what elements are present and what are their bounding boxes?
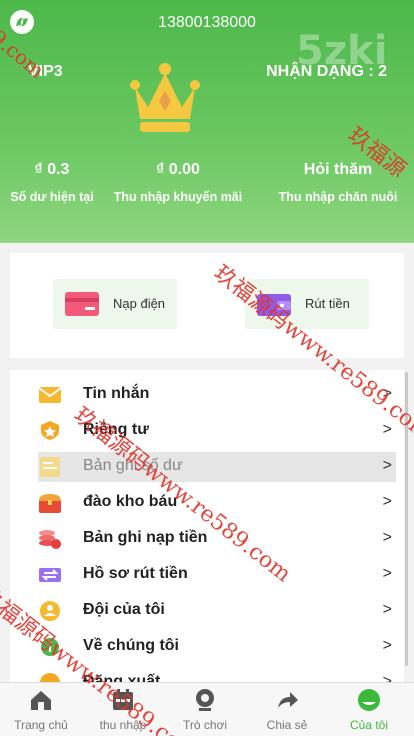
menu-item-label: Hồ sơ rút tiền — [83, 565, 188, 582]
current-balance-label: Số dư hiện tại — [10, 190, 94, 204]
menu-item-withdraw-records[interactable]: Hồ sơ rút tiền > — [38, 560, 396, 590]
menu-item-label: Về chúng tôi — [83, 637, 179, 654]
menu-item-label: Bản ghi số dư — [83, 457, 183, 474]
menu-scrollbar[interactable] — [405, 372, 408, 666]
farming-income-value[interactable]: Hỏi thăm — [269, 160, 407, 180]
menu-item-label: Đội của tôi — [83, 601, 165, 618]
menu-item-label: đào kho báu — [83, 493, 178, 510]
document-icon — [40, 457, 60, 477]
chevron-right-icon: > — [382, 673, 392, 682]
team-icon — [40, 601, 60, 621]
chevron-right-icon: > — [382, 493, 392, 510]
current-balance: ₫ 0.3 Số dư hiện tại — [0, 160, 121, 204]
menu-item-privacy[interactable]: Riêng tư > — [38, 416, 396, 446]
menu-item-messages[interactable]: Tin nhắn > — [38, 380, 396, 410]
user-id-label: NHẬN DẠNG : 2 — [266, 63, 387, 80]
menu-item-label: Riêng tư — [83, 421, 149, 438]
tab-label: Trò chơi — [182, 718, 228, 732]
menu-item-treasure[interactable]: đào kho báu > — [38, 488, 396, 518]
menu-item-label: Tin nhắn — [83, 385, 150, 402]
logout-icon — [40, 673, 60, 682]
calendar-icon — [113, 689, 133, 710]
bottom-tab-bar: Trang chủ thu nhập Trò chơi Chia sẻ Của … — [0, 682, 414, 736]
promo-income-value: ₫ 0.00 — [156, 161, 200, 178]
menu-item-logout[interactable]: Đăng xuất > — [38, 668, 396, 682]
menu-item-about-us[interactable]: Về chúng tôi > — [38, 632, 396, 662]
promo-income-label: Thu nhập khuyến mãi — [113, 190, 243, 204]
card-icon — [65, 292, 99, 316]
tab-label: Trang chủ — [14, 718, 68, 732]
wallet-actions-card: Nạp điện Rút tiền — [10, 253, 404, 358]
envelope-icon — [38, 387, 62, 403]
current-balance-value: ₫ 0.3 — [34, 161, 70, 178]
profile-header: 13800138000 5zki VIP3 NHẬN DẠNG : 2 ₫ 0.… — [0, 0, 414, 243]
withdraw-button[interactable]: Rút tiền — [245, 279, 369, 329]
tab-income[interactable]: thu nhập — [82, 683, 164, 736]
account-menu: Tin nhắn > Riêng tư > Bản ghi số dư > đà… — [10, 370, 404, 682]
menu-item-label: Đăng xuất — [83, 673, 161, 682]
withdraw-label: Rút tiền — [305, 296, 350, 311]
chevron-right-icon: > — [382, 529, 392, 546]
recharge-button[interactable]: Nạp điện — [53, 279, 177, 329]
chevron-right-icon: > — [382, 565, 392, 582]
farming-income[interactable]: Hỏi thăm Thu nhập chăn nuôi — [269, 160, 407, 204]
transfer-icon — [39, 568, 61, 582]
recharge-label: Nạp điện — [113, 296, 166, 311]
home-icon — [31, 691, 51, 710]
promo-income: ₫ 0.00 Thu nhập khuyến mãi — [109, 160, 247, 204]
treasure-chest-icon — [39, 494, 61, 513]
tab-home[interactable]: Trang chủ — [0, 683, 82, 736]
crown-icon — [130, 63, 200, 132]
chevron-right-icon: > — [382, 457, 392, 474]
tab-games[interactable]: Trò chơi — [164, 683, 246, 736]
menu-item-label: Bản ghi nạp tiền — [83, 529, 208, 546]
tab-label: Của tôi — [349, 718, 389, 732]
chevron-right-icon: > — [382, 421, 392, 438]
share-icon — [278, 692, 298, 708]
vip-level: VIP3 — [28, 63, 63, 80]
tab-label: thu nhập — [99, 718, 147, 732]
farming-income-label: Thu nhập chăn nuôi — [278, 190, 398, 204]
chevron-right-icon: > — [382, 385, 392, 402]
menu-item-recharge-records[interactable]: Bản ghi nạp tiền > — [38, 524, 396, 554]
info-icon — [41, 638, 59, 656]
tab-share[interactable]: Chia sẻ — [246, 683, 328, 736]
chevron-right-icon: > — [382, 637, 392, 654]
chevron-right-icon: > — [382, 601, 392, 618]
coins-icon — [39, 530, 61, 549]
menu-item-my-team[interactable]: Đội của tôi > — [38, 596, 396, 626]
tab-mine[interactable]: Của tôi — [328, 683, 410, 736]
badge-icon — [41, 421, 59, 440]
menu-item-balance-records[interactable]: Bản ghi số dư > — [38, 452, 396, 482]
tab-label: Chia sẻ — [266, 718, 308, 732]
profile-icon — [358, 689, 380, 711]
wallet-icon — [257, 294, 291, 316]
webcam-icon — [196, 689, 214, 711]
